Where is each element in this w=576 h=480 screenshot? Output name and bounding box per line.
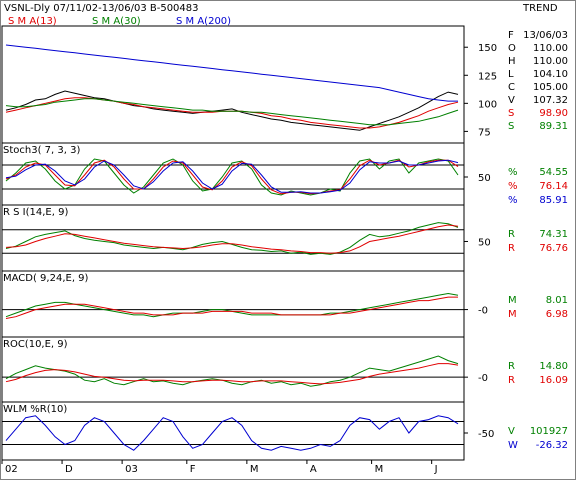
- roc-readout-label-0: R: [508, 361, 515, 372]
- price-readout-label-3: L: [508, 69, 514, 80]
- x-tick-label-1: D: [65, 464, 73, 475]
- x-tick-label-2: 03: [125, 464, 138, 475]
- price-readout-label-1: O: [508, 43, 516, 54]
- x-tick-label-3: F: [190, 464, 196, 475]
- stoch-panel-title: Stoch3( 7, 3, 3): [3, 145, 80, 156]
- sma200-legend: S M A(200): [176, 16, 231, 27]
- wlm-readout-value-1: -26.32: [536, 440, 568, 451]
- x-tick-label-6: M: [375, 464, 384, 475]
- macd-readout-label-0: M: [508, 295, 517, 306]
- price-readout-label-2: H: [508, 56, 516, 67]
- price-readout-value-6: 98.90: [539, 108, 568, 119]
- stoch-readout-value-1: 76.14: [539, 181, 568, 192]
- technical-chart: VSNL-Dly 07/11/02-13/06/03 B-500483 TREN…: [0, 0, 576, 480]
- roc-panel-title: ROC(10,E, 9): [3, 339, 68, 350]
- macd-ytick-label-0: -0: [478, 306, 488, 317]
- rsi-panel-title: R S I(14,E, 9): [3, 207, 68, 218]
- stoch-readout-label-0: %: [508, 167, 518, 178]
- wlm-readout-label-1: W: [508, 440, 518, 451]
- price-readout-value-5: 107.32: [533, 95, 568, 106]
- x-tick-label-4: M: [250, 464, 259, 475]
- price-ytick-label-3: 150: [478, 43, 497, 54]
- x-tick-label-5: A: [310, 464, 317, 475]
- price-ytick-label-2: 125: [478, 71, 497, 82]
- stoch-ytick-label-0: 50: [478, 173, 491, 184]
- stoch-readout-value-2: 85.91: [539, 195, 568, 206]
- price-readout-value-3: 104.10: [533, 69, 568, 80]
- macd-readout-value-1: 6.98: [546, 309, 568, 320]
- price-readout-label-6: S: [508, 108, 514, 119]
- roc-readout-value-0: 14.80: [539, 361, 568, 372]
- stoch-readout-label-1: %: [508, 181, 518, 192]
- price-readout-value-0: 13/06/03: [523, 30, 568, 41]
- price-readout-value-4: 105.00: [533, 82, 568, 93]
- wlm-readout-label-0: V: [508, 426, 515, 437]
- price-readout-label-0: F: [508, 30, 514, 41]
- rsi-ytick-label-0: 50: [478, 237, 491, 248]
- rsi-readout-value-1: 76.76: [539, 243, 568, 254]
- trend-label: TREND: [522, 3, 558, 14]
- macd-readout-value-0: 8.01: [546, 295, 568, 306]
- rsi-readout-label-0: R: [508, 229, 515, 240]
- stoch-readout-value-0: 54.55: [539, 167, 568, 178]
- price-readout-value-2: 110.00: [533, 56, 568, 67]
- price-ytick-label-0: 75: [478, 127, 491, 138]
- price-ytick-label-1: 100: [478, 99, 497, 110]
- price-readout-label-7: S: [508, 121, 514, 132]
- price-readout-label-5: V: [508, 95, 515, 106]
- chart-title: VSNL-Dly 07/11/02-13/06/03 B-500483: [4, 3, 199, 14]
- price-readout-label-4: C: [508, 82, 515, 93]
- rsi-readout-label-1: R: [508, 243, 515, 254]
- price-readout-value-1: 110.00: [533, 43, 568, 54]
- wlm-readout-value-0: 101927: [530, 426, 568, 437]
- stoch-readout-label-2: %: [508, 195, 518, 206]
- sma13-legend: S M A(13): [8, 16, 57, 27]
- macd-readout-label-1: M: [508, 309, 517, 320]
- roc-readout-value-1: 16.09: [539, 375, 568, 386]
- wlm-panel-title: WLM %R(10): [3, 404, 67, 415]
- roc-readout-label-1: R: [508, 375, 515, 386]
- rsi-readout-value-0: 74.31: [539, 229, 568, 240]
- roc-ytick-label-0: -0: [478, 373, 488, 384]
- macd-panel-title: MACD( 9,24,E, 9): [3, 273, 89, 284]
- price-readout-value-7: 89.31: [539, 121, 568, 132]
- x-tick-label-7: J: [434, 464, 438, 475]
- wlm-ytick-label-0: -50: [478, 429, 494, 440]
- sma30-legend: S M A(30): [92, 16, 141, 27]
- x-tick-label-0: 02: [5, 464, 18, 475]
